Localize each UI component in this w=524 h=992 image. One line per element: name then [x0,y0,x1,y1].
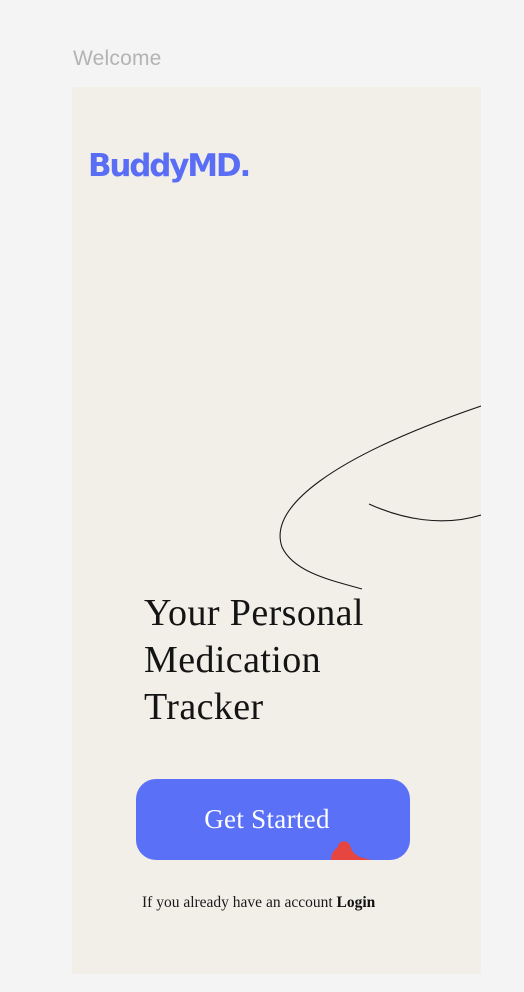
hero-headline: Your Personal Medication Tracker [144,590,444,731]
welcome-screen: BuddyMD. Your Personal Medication Tracke… [72,87,481,974]
frame-label: Welcome [73,47,162,70]
login-link[interactable]: Login [337,894,376,911]
headline-line-3: Tracker [144,686,264,728]
login-prompt-text: If you already have an account [142,894,333,911]
get-started-label: Get Started [204,804,330,834]
headline-line-1: Your Personal [144,592,364,634]
headline-line-2: Medication [144,639,322,681]
login-prompt: If you already have an account Login [142,894,375,912]
get-started-button[interactable]: Get Started [136,779,410,860]
